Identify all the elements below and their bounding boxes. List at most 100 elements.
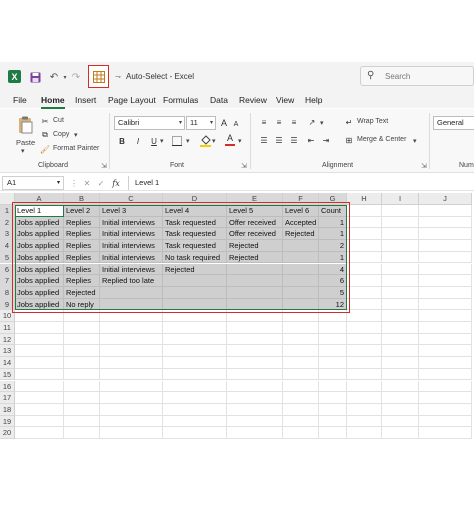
cell-c11[interactable] — [100, 322, 163, 334]
cell-j6[interactable] — [419, 263, 472, 276]
cell-c1[interactable]: Level 3 — [100, 205, 163, 217]
enter-icon[interactable]: ✓ — [96, 178, 106, 188]
column-header-c[interactable]: C — [100, 193, 163, 205]
cell-f11[interactable] — [283, 322, 319, 334]
row-header-15[interactable]: 15 — [0, 368, 15, 381]
cell-a12[interactable] — [15, 333, 64, 346]
cell-b10[interactable] — [64, 310, 100, 322]
align-top-icon[interactable]: ≡ — [258, 117, 270, 128]
row-header-9[interactable]: 9 — [0, 298, 15, 311]
tab-page-layout[interactable]: Page Layout — [108, 95, 156, 105]
cell-i15[interactable] — [382, 368, 419, 381]
cell-b1[interactable]: Level 2 — [64, 205, 100, 217]
cell-i1[interactable] — [382, 205, 419, 217]
cell-g17[interactable] — [319, 392, 347, 404]
cell-e14[interactable] — [227, 357, 283, 369]
orientation-dropdown-icon[interactable]: ▾ — [320, 119, 324, 127]
cell-f13[interactable] — [283, 345, 319, 358]
cell-f8[interactable] — [283, 286, 319, 299]
cell-f12[interactable] — [283, 333, 319, 346]
cell-a19[interactable] — [15, 415, 64, 428]
column-header-a[interactable]: A — [15, 193, 64, 205]
column-header-i[interactable]: I — [382, 193, 419, 205]
cell-a5[interactable]: Jobs applied — [15, 251, 64, 264]
cell-h9[interactable] — [347, 298, 382, 311]
tab-view[interactable]: View — [276, 95, 294, 105]
cell-a14[interactable] — [15, 357, 64, 369]
cell-d17[interactable] — [163, 392, 227, 404]
shrink-font-icon[interactable]: A — [231, 118, 241, 130]
cut-icon[interactable]: ✂ — [40, 116, 50, 126]
cell-b5[interactable]: Replies — [64, 251, 100, 264]
cell-g8[interactable]: 5 — [319, 286, 347, 299]
row-header-18[interactable]: 18 — [0, 403, 15, 416]
cell-g14[interactable] — [319, 357, 347, 369]
font-color-dropdown-icon[interactable]: ▾ — [238, 137, 242, 145]
row-header-8[interactable]: 8 — [0, 286, 15, 299]
cell-d20[interactable] — [163, 427, 227, 439]
cell-i12[interactable] — [382, 333, 419, 346]
cell-f20[interactable] — [283, 427, 319, 439]
cell-g7[interactable]: 6 — [319, 275, 347, 287]
cell-g1[interactable]: Count — [319, 205, 347, 217]
cell-g20[interactable] — [319, 427, 347, 439]
cell-c5[interactable]: Initial interviews — [100, 251, 163, 264]
column-header-b[interactable]: B — [64, 193, 100, 205]
cell-f3[interactable]: Rejected — [283, 228, 319, 241]
cell-b14[interactable] — [64, 357, 100, 369]
cell-h5[interactable] — [347, 251, 382, 264]
cell-a11[interactable] — [15, 322, 64, 334]
cell-c10[interactable] — [100, 310, 163, 322]
auto-select-button[interactable] — [88, 65, 109, 88]
increase-indent-icon[interactable]: ⇥ — [320, 135, 332, 146]
cell-g19[interactable] — [319, 415, 347, 428]
cell-f14[interactable] — [283, 357, 319, 369]
font-size-select[interactable]: 11 ▾ — [186, 116, 216, 130]
cell-i13[interactable] — [382, 345, 419, 358]
copy-icon[interactable]: ⧉ — [40, 130, 50, 140]
clipboard-launcher-icon[interactable]: ⇲ — [101, 162, 107, 170]
cell-e15[interactable] — [227, 368, 283, 381]
row-header-2[interactable]: 2 — [0, 216, 15, 229]
cell-g2[interactable]: 1 — [319, 216, 347, 229]
cell-e16[interactable] — [227, 380, 283, 393]
borders-dropdown-icon[interactable]: ▾ — [186, 137, 190, 145]
cell-d18[interactable] — [163, 403, 227, 416]
wrap-text-button[interactable]: Wrap Text — [357, 118, 388, 125]
cell-a18[interactable] — [15, 403, 64, 416]
cell-b2[interactable]: Replies — [64, 216, 100, 229]
cell-e10[interactable] — [227, 310, 283, 322]
row-header-1[interactable]: 1 — [0, 205, 15, 217]
tab-data[interactable]: Data — [210, 95, 228, 105]
cell-e3[interactable]: Offer received — [227, 228, 283, 241]
cell-d19[interactable] — [163, 415, 227, 428]
underline-dropdown-icon[interactable]: ▾ — [160, 137, 164, 145]
cell-e11[interactable] — [227, 322, 283, 334]
cell-c15[interactable] — [100, 368, 163, 381]
cell-g10[interactable] — [319, 310, 347, 322]
align-bottom-icon[interactable]: ≡ — [288, 117, 300, 128]
cell-a17[interactable] — [15, 392, 64, 404]
cell-d4[interactable]: Task requested — [163, 240, 227, 252]
row-header-5[interactable]: 5 — [0, 251, 15, 264]
cell-g3[interactable]: 1 — [319, 228, 347, 241]
cell-d9[interactable] — [163, 298, 227, 311]
cell-a15[interactable] — [15, 368, 64, 381]
cell-h17[interactable] — [347, 392, 382, 404]
row-header-3[interactable]: 3 — [0, 228, 15, 241]
alignment-launcher-icon[interactable]: ⇲ — [421, 162, 427, 170]
cell-f19[interactable] — [283, 415, 319, 428]
cell-a7[interactable]: Jobs applied — [15, 275, 64, 287]
cell-h3[interactable] — [347, 228, 382, 241]
cell-g5[interactable]: 1 — [319, 251, 347, 264]
borders-icon[interactable] — [170, 135, 184, 147]
save-icon[interactable] — [27, 69, 43, 85]
tab-file[interactable]: File — [13, 95, 27, 105]
cell-b8[interactable]: Rejected — [64, 286, 100, 299]
cell-j20[interactable] — [419, 427, 472, 439]
cell-b7[interactable]: Replies — [64, 275, 100, 287]
formula-input[interactable]: Level 1 — [128, 176, 474, 190]
column-header-f[interactable]: F — [283, 193, 319, 205]
cell-f5[interactable] — [283, 251, 319, 264]
insert-function-icon[interactable]: fx — [110, 177, 122, 189]
